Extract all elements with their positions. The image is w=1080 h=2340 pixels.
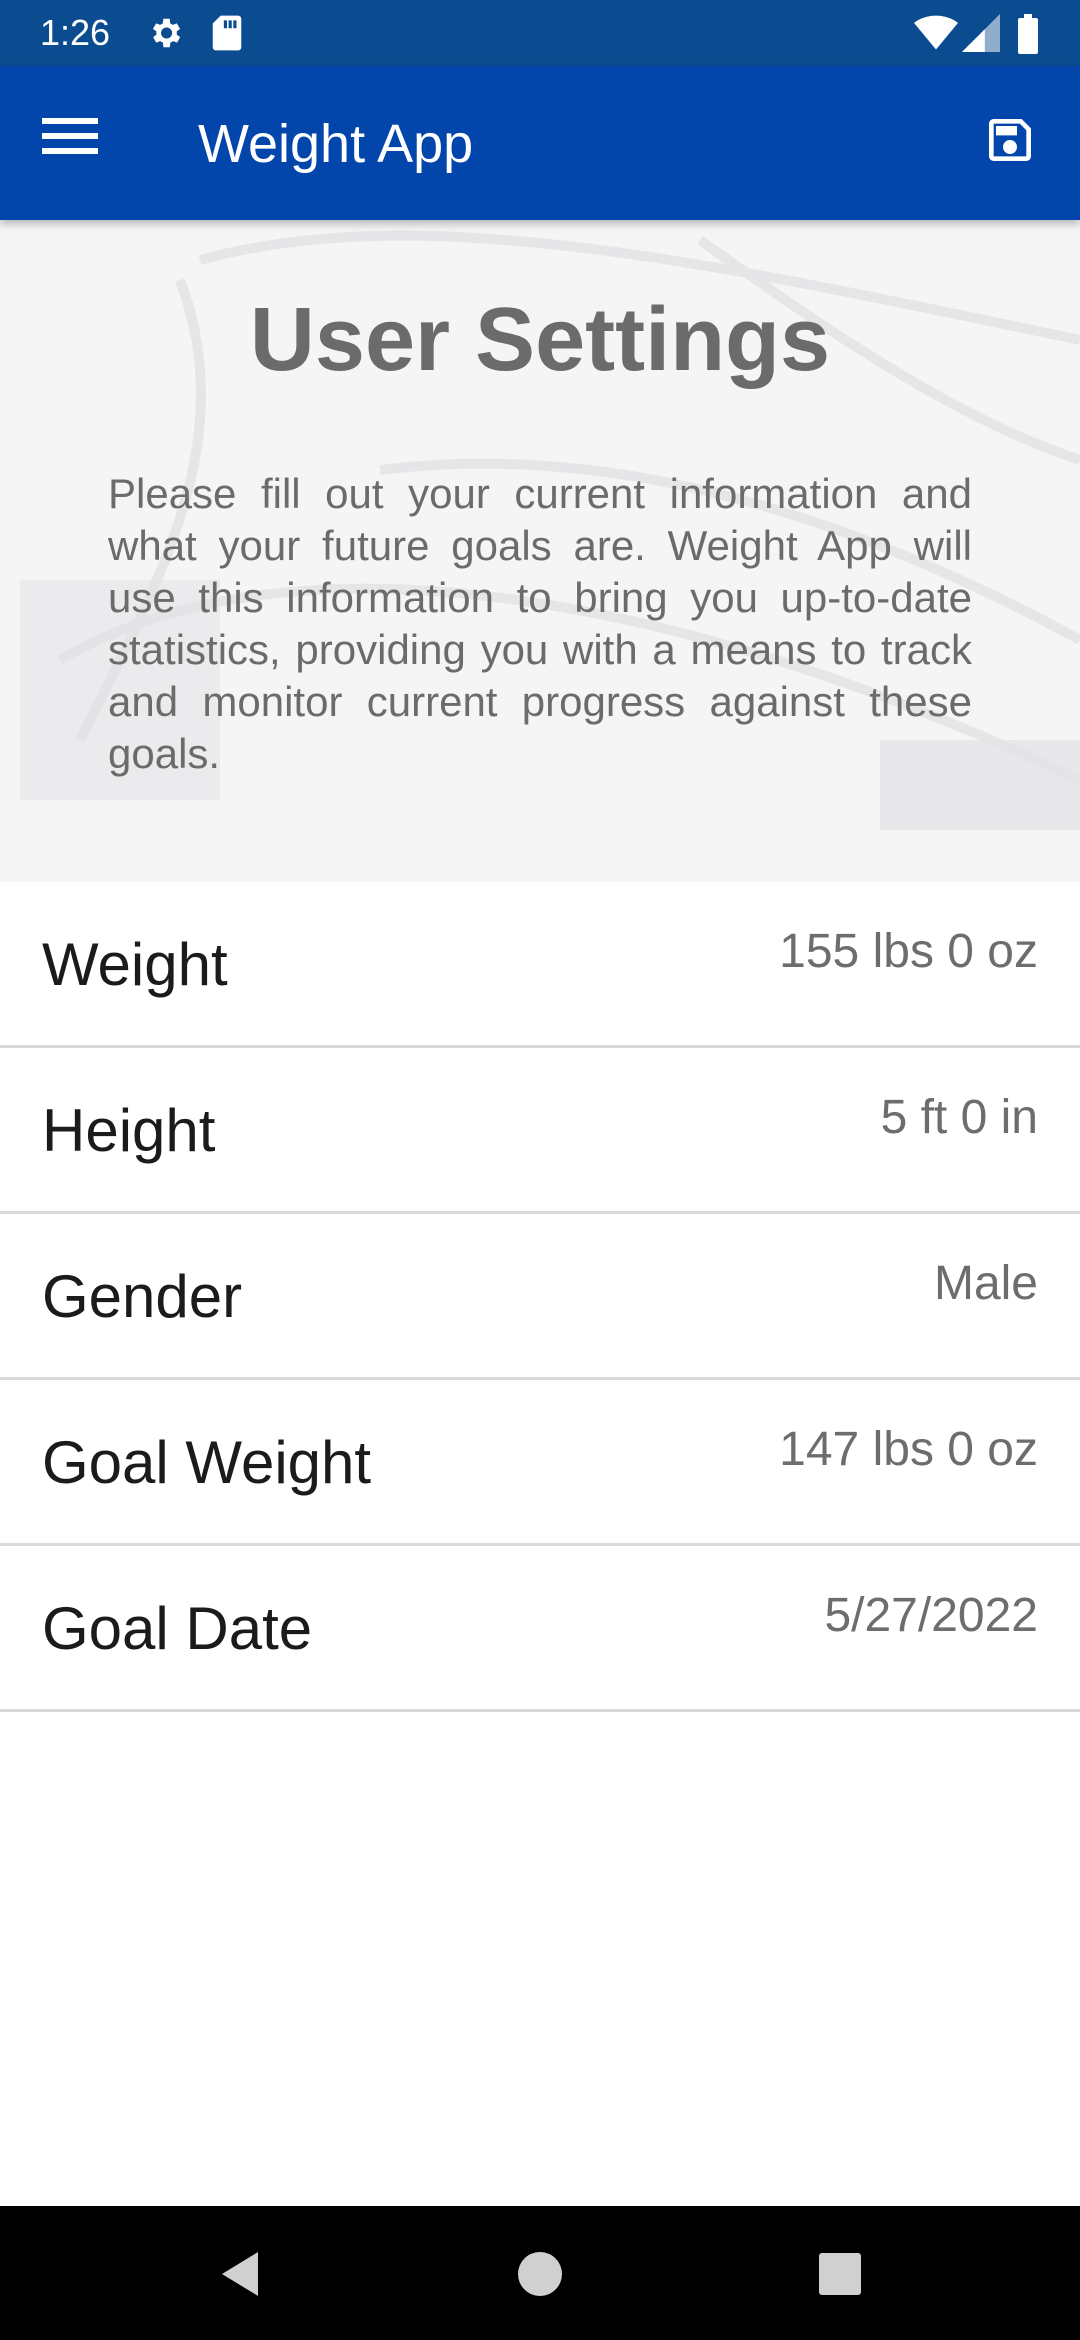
setting-label: Height xyxy=(42,1097,216,1164)
app-bar: Weight App xyxy=(0,66,1080,220)
setting-label: Weight xyxy=(42,931,228,998)
setting-row-gender[interactable]: Gender Male xyxy=(0,1214,1080,1380)
recents-icon[interactable] xyxy=(810,2244,870,2304)
setting-value: 155 lbs 0 oz xyxy=(779,925,1038,978)
sd-card-icon xyxy=(210,14,244,57)
setting-label: Goal Weight xyxy=(42,1429,372,1496)
system-nav-bar xyxy=(0,2206,1080,2340)
save-icon[interactable] xyxy=(982,112,1044,174)
status-bar: 1:26 xyxy=(0,0,1080,66)
hamburger-menu-icon[interactable] xyxy=(42,116,112,170)
setting-label: Goal Date xyxy=(42,1595,313,1662)
battery-icon xyxy=(1016,14,1040,59)
setting-value: 5 ft 0 in xyxy=(880,1091,1038,1144)
settings-header: User Settings Please fill out your curre… xyxy=(0,220,1080,882)
setting-row-goal-weight[interactable]: Goal Weight 147 lbs 0 oz xyxy=(0,1380,1080,1546)
setting-label: Gender xyxy=(42,1263,243,1330)
back-icon[interactable] xyxy=(210,2244,270,2304)
setting-value: 5/27/2022 xyxy=(824,1589,1038,1642)
setting-row-goal-date[interactable]: Goal Date 5/27/2022 xyxy=(0,1546,1080,1712)
wifi-icon xyxy=(914,14,958,57)
page-description: Please fill out your current information… xyxy=(108,470,972,777)
signal-icon xyxy=(962,14,1000,57)
setting-value: 147 lbs 0 oz xyxy=(779,1423,1038,1476)
setting-row-height[interactable]: Height 5 ft 0 in xyxy=(0,1048,1080,1214)
page-title: User Settings xyxy=(249,290,831,390)
status-time: 1:26 xyxy=(40,12,111,53)
home-icon[interactable] xyxy=(510,2244,570,2304)
gear-icon xyxy=(146,14,184,57)
settings-list: Weight 155 lbs 0 oz Height 5 ft 0 in Gen… xyxy=(0,882,1080,1712)
setting-row-weight[interactable]: Weight 155 lbs 0 oz xyxy=(0,882,1080,1048)
setting-value: Male xyxy=(933,1257,1038,1310)
app-title: Weight App xyxy=(198,114,474,174)
